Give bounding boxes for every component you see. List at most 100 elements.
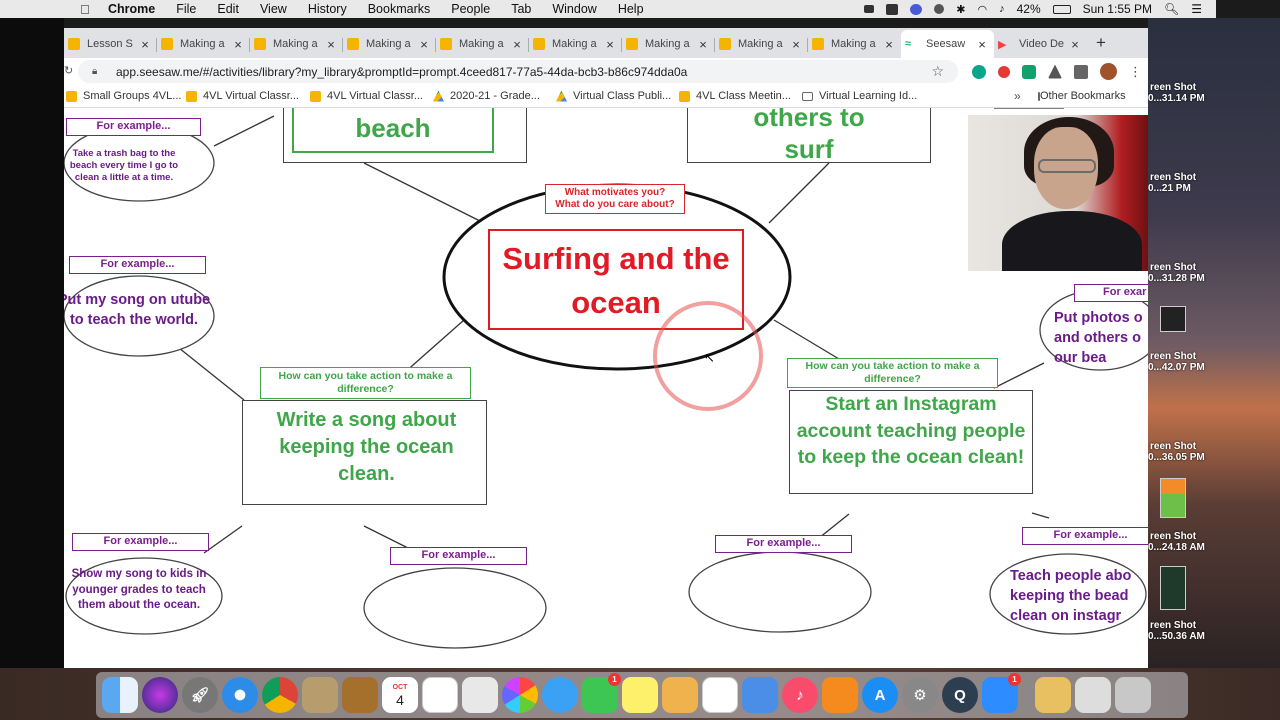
close-tab-icon[interactable]: × (788, 37, 804, 52)
action-box-right[interactable]: Start an Instagram account teaching peop… (789, 390, 1033, 494)
quicktime-icon[interactable]: Q (942, 677, 978, 713)
preview-icon[interactable] (302, 677, 338, 713)
example-text-bottom-left[interactable]: Show my song to kids in younger grades t… (70, 567, 208, 614)
address-bar[interactable]: 🔒︎ app.seesaw.me/#/activities/library?my… (78, 60, 958, 83)
screen-share-icon[interactable] (934, 4, 945, 14)
desktop-screenshot-file[interactable]: reen Shot 0...36.05 PM (1148, 441, 1280, 463)
facetime-icon[interactable]: 1 (582, 673, 621, 713)
wifi-icon[interactable]: ◠ (977, 3, 987, 16)
desktop-thumbnail[interactable] (1160, 566, 1186, 610)
new-tab-button[interactable]: + (1087, 30, 1115, 58)
bluetooth-icon[interactable]: ✱ (956, 3, 965, 16)
close-tab-icon[interactable]: × (695, 37, 711, 52)
close-tab-icon[interactable]: × (137, 37, 153, 52)
browser-tab[interactable]: Making a × (529, 30, 622, 58)
siri-icon[interactable] (142, 677, 178, 713)
desktop-thumbnail[interactable] (1160, 478, 1186, 518)
other-bookmarks[interactable]: Other Bookmarks (1038, 90, 1126, 102)
siri-status-icon[interactable] (910, 3, 923, 15)
chrome-menu-icon[interactable]: ⋮ (1129, 64, 1142, 80)
notification-center-icon[interactable]: ☰ (1191, 2, 1202, 16)
desktop-screenshot-file[interactable]: reen Shot 0...50.36 AM (1148, 620, 1280, 642)
browser-tab[interactable]: Lesson S × (64, 30, 157, 58)
launchpad-icon[interactable]: 🚀︎ (182, 677, 218, 713)
downloads-stack-icon[interactable] (1075, 677, 1111, 713)
browser-tab[interactable]: Making a × (715, 30, 808, 58)
keynote-icon[interactable] (742, 677, 778, 713)
system-preferences-icon[interactable]: ⚙ (902, 677, 938, 713)
puzzle-extensions-icon[interactable] (1074, 64, 1088, 79)
app-store-icon[interactable]: A (862, 677, 898, 713)
chrome-icon[interactable] (262, 677, 298, 713)
desktop-screenshot-file[interactable]: reen Shot 0...31.28 PM (1148, 262, 1280, 284)
menu-clock[interactable]: Sun 1:55 PM (1083, 2, 1152, 16)
video-camera-icon[interactable] (864, 5, 875, 13)
volume-icon[interactable]: ♪ (999, 3, 1005, 15)
webcam-overlay[interactable] (968, 115, 1148, 271)
desktop-screenshot-file[interactable]: reen Shot 0...31.14 PM (1148, 82, 1280, 104)
calendar-icon[interactable]: OCT 4 (382, 677, 418, 713)
desktop-thumbnail[interactable] (1160, 306, 1186, 332)
music-icon[interactable]: ♪ (782, 677, 818, 713)
bookmark-item[interactable]: 4VL Class Meetin... (679, 90, 791, 102)
photos-icon[interactable] (502, 677, 538, 713)
spotlight-search-icon[interactable]: 🔍︎ (1164, 2, 1179, 16)
menu-window[interactable]: Window (552, 2, 596, 16)
browser-tab[interactable]: Making a × (622, 30, 715, 58)
reminders-icon[interactable] (422, 677, 458, 713)
browser-tab[interactable]: Making a × (157, 30, 250, 58)
url-text[interactable]: app.seesaw.me/#/activities/library?my_li… (116, 65, 687, 79)
action-box-left[interactable]: Write a song about keeping the ocean cle… (242, 400, 487, 505)
messages-icon[interactable] (542, 677, 578, 713)
example-text-mid-right[interactable]: Put photos o and others o our bea (1054, 308, 1148, 368)
close-tab-icon[interactable]: × (416, 37, 432, 52)
battery-icon[interactable] (1052, 4, 1071, 14)
reload-icon[interactable]: ↻ (64, 64, 73, 77)
menu-edit[interactable]: Edit (217, 2, 239, 16)
extension-icon[interactable] (1022, 64, 1036, 79)
bookmark-item[interactable]: 4VL Virtual Classr... (186, 90, 299, 102)
contacts-icon[interactable] (342, 677, 378, 713)
desktop-screenshot-file[interactable]: reen Shot 0...21 PM (1148, 172, 1280, 194)
apple-menu-icon[interactable]:  (80, 2, 94, 17)
example-text-mid-left[interactable]: Put my song on utube to teach the world. (64, 290, 218, 330)
profile-avatar[interactable] (1100, 63, 1117, 80)
close-tab-icon[interactable]: × (230, 37, 246, 52)
safari-icon[interactable] (222, 677, 258, 713)
example-text-bottom-right[interactable]: Teach people abo keeping the bead clean … (1010, 566, 1148, 626)
menu-people[interactable]: People (451, 2, 490, 16)
books-icon[interactable] (822, 677, 858, 713)
more-bookmarks-chevron-icon[interactable]: » (1014, 89, 1021, 103)
close-tab-icon[interactable]: × (1067, 37, 1083, 52)
extension-icon[interactable] (1048, 64, 1062, 79)
numbers-icon[interactable] (702, 677, 738, 713)
close-tab-icon[interactable]: × (974, 37, 990, 52)
example-text-top-left[interactable]: Take a trash bag to the beach every time… (68, 148, 180, 184)
bookmark-item[interactable]: 2020-21 - Grade... (433, 90, 540, 102)
close-tab-icon[interactable]: × (323, 37, 339, 52)
close-tab-icon[interactable]: × (881, 37, 897, 52)
bookmark-item[interactable]: Virtual Class Publi... (556, 90, 671, 102)
bookmark-item[interactable]: Small Groups 4VL... (66, 90, 181, 102)
archive-icon[interactable] (1035, 677, 1071, 713)
pages-icon[interactable] (662, 677, 698, 713)
close-tab-icon[interactable]: × (602, 37, 618, 52)
finder-icon[interactable] (102, 677, 138, 713)
menu-help[interactable]: Help (618, 2, 644, 16)
battery-percent[interactable]: 42% (1017, 2, 1041, 16)
photo-booth-icon[interactable] (462, 677, 498, 713)
menu-bookmarks[interactable]: Bookmarks (368, 2, 431, 16)
bookmark-star-icon[interactable]: ☆ (931, 63, 944, 80)
top-right-box[interactable]: others to surf (687, 108, 931, 164)
notes-icon[interactable] (622, 677, 658, 713)
zoom-icon[interactable]: 1 (982, 673, 1021, 713)
recording-icon[interactable] (886, 3, 899, 15)
trash-icon[interactable] (1115, 677, 1151, 713)
menu-app-name[interactable]: Chrome (108, 2, 155, 16)
grammarly-extension-icon[interactable] (972, 64, 986, 79)
desktop-screenshot-file[interactable]: reen Shot 0...24.18 AM (1148, 531, 1280, 553)
close-tab-icon[interactable]: × (509, 37, 525, 52)
bookmark-item[interactable]: 4VL Virtual Classr... (310, 90, 423, 102)
lock-icon[interactable]: 🔒︎ (92, 66, 106, 77)
menu-file[interactable]: File (176, 2, 196, 16)
